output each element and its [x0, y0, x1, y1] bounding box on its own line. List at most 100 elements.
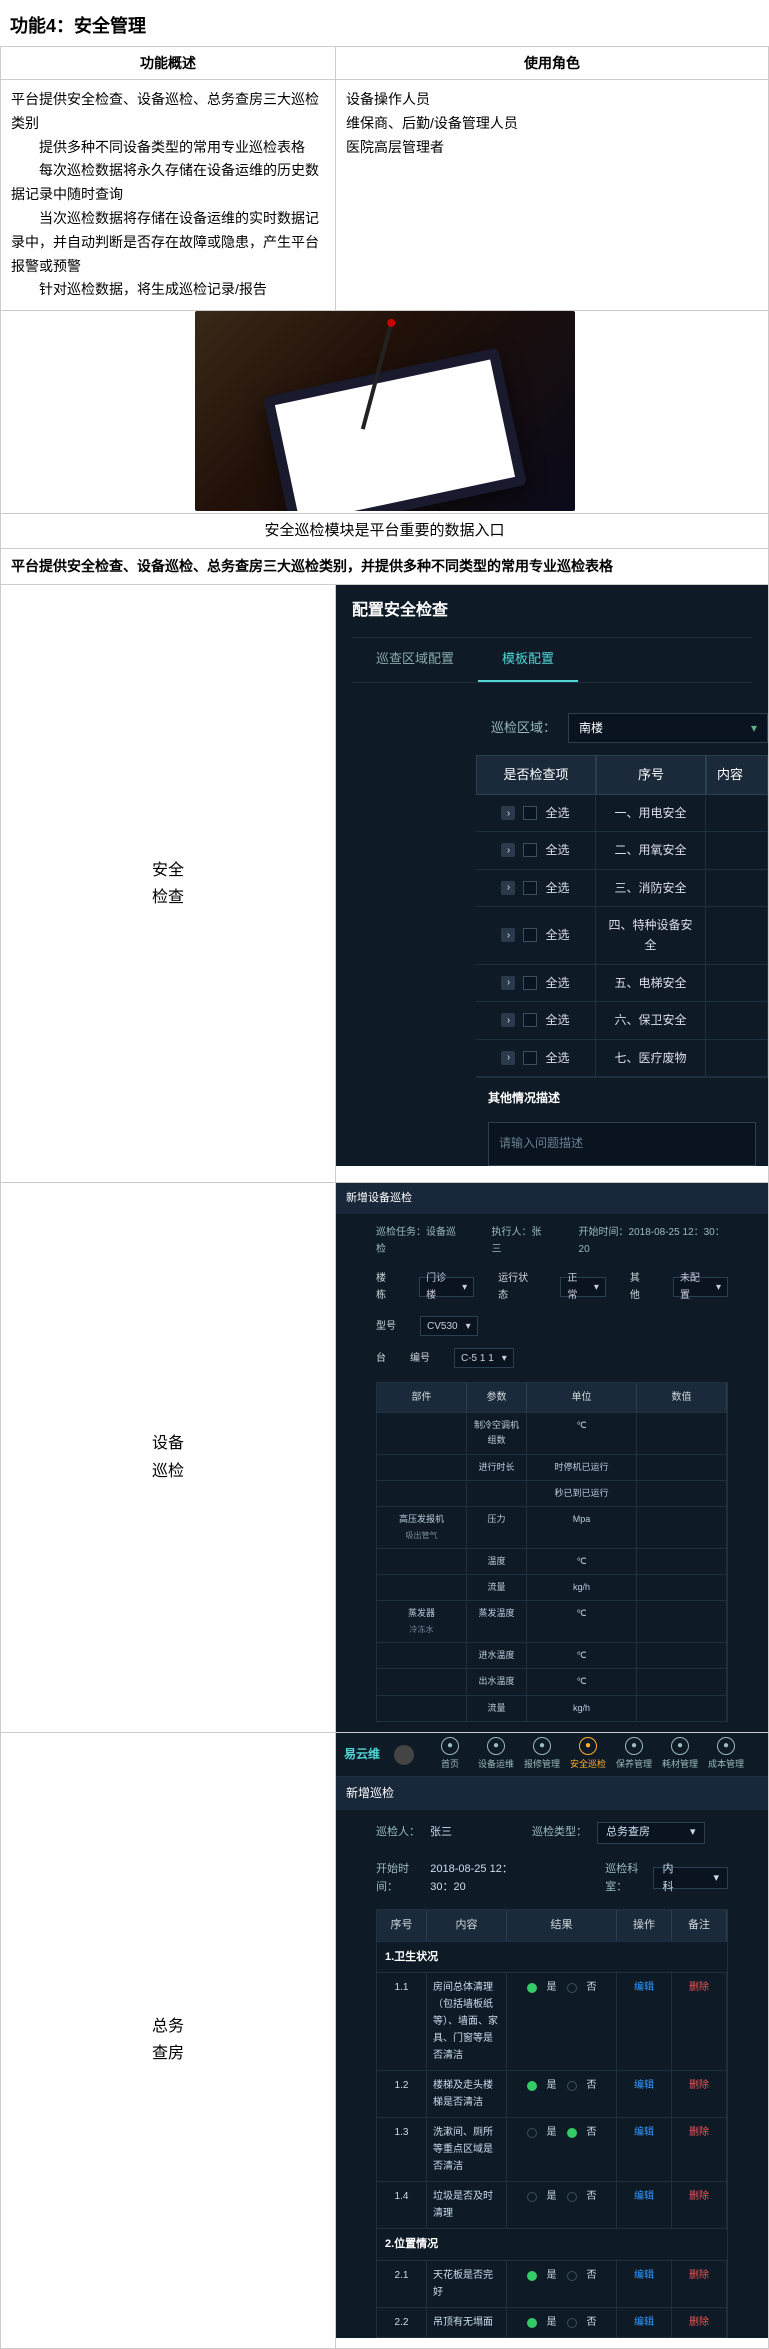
radio-no[interactable] — [567, 2128, 577, 2138]
unit-sub-label: 编号 — [410, 1350, 430, 1367]
safety-row: ›全选六、保卫安全 — [476, 1002, 768, 1039]
checkbox[interactable] — [523, 976, 537, 990]
row-no: 二、用氧安全 — [596, 832, 706, 868]
extra-select[interactable]: 未配置▾ — [673, 1277, 728, 1297]
radio-no[interactable] — [567, 2318, 577, 2328]
unit-select[interactable]: C-5 1 1▾ — [454, 1348, 514, 1368]
tab-area-config[interactable]: 巡查区域配置 — [352, 638, 478, 682]
overview-cell: 平台提供安全检查、设备巡检、总务查房三大巡检类别 提供多种不同设备类型的常用专业… — [1, 80, 336, 311]
radio-yes[interactable] — [527, 2271, 537, 2281]
top-navbar: 易云维 ●首页●设备运维●报修管理●安全巡检●保养管理●耗材管理●成本管理 — [336, 1733, 768, 1777]
row-content — [706, 1002, 768, 1038]
radio-yes[interactable] — [527, 2192, 537, 2202]
radio-no[interactable] — [567, 2271, 577, 2281]
edit-link[interactable]: 编辑 — [634, 1982, 654, 1993]
checkbox[interactable] — [523, 806, 537, 820]
nav-item-3[interactable]: ●安全巡检 — [566, 1737, 610, 1772]
row-no: 六、保卫安全 — [596, 1002, 706, 1038]
radio-no[interactable] — [567, 1983, 577, 1993]
nav-icon: ● — [441, 1737, 459, 1755]
device-row: 制冷空调机组数℃ — [377, 1412, 727, 1454]
delete-link[interactable]: 删除 — [689, 2127, 709, 2138]
th-overview: 功能概述 — [1, 47, 336, 80]
expand-icon[interactable]: › — [501, 976, 515, 990]
radio-yes[interactable] — [527, 2128, 537, 2138]
edit-link[interactable]: 编辑 — [634, 2317, 654, 2328]
nav-item-0[interactable]: ●首页 — [428, 1737, 472, 1772]
zw-time-label: 开始时间： — [376, 1860, 420, 1897]
area-select[interactable]: 南楼 ▾ — [568, 713, 768, 743]
nav-item-4[interactable]: ●保养管理 — [612, 1737, 656, 1772]
tab-template-config[interactable]: 模板配置 — [478, 638, 578, 682]
dth-unit: 单位 — [527, 1383, 637, 1412]
delete-link[interactable]: 删除 — [689, 1982, 709, 1993]
nav-item-6[interactable]: ●成本管理 — [704, 1737, 748, 1772]
zw-row: 1.2楼梯及走头楼梯是否清洁是否编辑删除 — [377, 2070, 727, 2117]
select-all-label: 全选 — [545, 925, 569, 945]
status-select[interactable]: 正常▾ — [560, 1277, 606, 1297]
expand-icon[interactable]: › — [501, 843, 515, 857]
expand-icon[interactable]: › — [501, 928, 515, 942]
checkbox[interactable] — [523, 881, 537, 895]
building-select[interactable]: 门诊楼▾ — [419, 1277, 474, 1297]
expand-icon[interactable]: › — [501, 1013, 515, 1027]
overview-item: 针对巡检数据，将生成巡检记录/报告 — [11, 278, 325, 302]
task-label: 巡检任务： — [376, 1227, 426, 1238]
radio-yes[interactable] — [527, 1983, 537, 1993]
radio-no[interactable] — [567, 2192, 577, 2202]
nav-icon: ● — [533, 1737, 551, 1755]
device-row: 进水温度℃ — [377, 1642, 727, 1668]
checkbox[interactable] — [523, 1013, 537, 1027]
edit-link[interactable]: 编辑 — [634, 2127, 654, 2138]
doc-title: 功能4：安全管理 — [0, 0, 769, 46]
zw-app: 新增巡检 巡检人：张三 巡检类型： 总务查房▾ 开始时间：2018-08-25 … — [336, 1777, 768, 2338]
row-content — [706, 795, 768, 831]
safety-row: ›全选二、用氧安全 — [476, 832, 768, 869]
th-content: 内容 — [706, 755, 768, 795]
th-no: 序号 — [596, 755, 706, 795]
zw-person-label: 巡检人： — [376, 1823, 420, 1842]
checkbox[interactable] — [523, 928, 537, 942]
delete-link[interactable]: 删除 — [689, 2080, 709, 2091]
radio-yes[interactable] — [527, 2318, 537, 2328]
delete-link[interactable]: 删除 — [689, 2317, 709, 2328]
expand-icon[interactable]: › — [501, 1051, 515, 1065]
row-content — [706, 870, 768, 906]
checkbox[interactable] — [523, 843, 537, 857]
checkbox[interactable] — [523, 1051, 537, 1065]
overview-main: 平台提供安全检查、设备巡检、总务查房三大巡检类别 — [11, 88, 325, 136]
edit-link[interactable]: 编辑 — [634, 2080, 654, 2091]
time-label: 开始时间： — [579, 1227, 629, 1238]
other-desc-input[interactable]: 请输入问题描述 — [488, 1122, 756, 1166]
zw-type-label: 巡检类型： — [532, 1823, 587, 1842]
nav-item-1[interactable]: ●设备运维 — [474, 1737, 518, 1772]
expand-icon[interactable]: › — [501, 881, 515, 895]
model-select[interactable]: CV530▾ — [420, 1316, 478, 1336]
dth-val: 数值 — [637, 1383, 727, 1412]
radio-yes[interactable] — [527, 2081, 537, 2091]
logo: 易云维 — [344, 1744, 390, 1764]
zw-type-select[interactable]: 总务查房▾ — [597, 1822, 705, 1844]
tablet-photo — [195, 311, 575, 511]
expand-icon[interactable]: › — [501, 806, 515, 820]
device-row: 蒸发器冷冻水蒸发温度℃ — [377, 1600, 727, 1642]
th-check: 是否检查项 — [476, 755, 596, 795]
device-row: 秒已到已运行 — [377, 1480, 727, 1506]
zw-row: 2.1天花板是否完好是否编辑删除 — [377, 2260, 727, 2307]
zw-table: 序号 内容 结果 操作 备注 1.卫生状况1.1房间总体清理（包括墙板纸等）、墙… — [376, 1909, 728, 2338]
avatar[interactable] — [394, 1745, 414, 1765]
unit-label: 台 — [376, 1350, 386, 1367]
delete-link[interactable]: 删除 — [689, 2270, 709, 2281]
nav-item-2[interactable]: ●报修管理 — [520, 1737, 564, 1772]
nav-item-5[interactable]: ●耗材管理 — [658, 1737, 702, 1772]
row-no: 五、电梯安全 — [596, 965, 706, 1001]
select-all-label: 全选 — [545, 973, 569, 993]
zw-row: 1.1房间总体清理（包括墙板纸等）、墙面、家具、门窗等是否清洁是否编辑删除 — [377, 1972, 727, 2070]
edit-link[interactable]: 编辑 — [634, 2191, 654, 2202]
edit-link[interactable]: 编辑 — [634, 2270, 654, 2281]
zw-dept-select[interactable]: 内科▾ — [653, 1867, 728, 1889]
zw-app-title: 新增巡检 — [336, 1777, 768, 1809]
radio-no[interactable] — [567, 2081, 577, 2091]
delete-link[interactable]: 删除 — [689, 2191, 709, 2202]
zw-dept-label: 巡检科室： — [605, 1860, 643, 1897]
